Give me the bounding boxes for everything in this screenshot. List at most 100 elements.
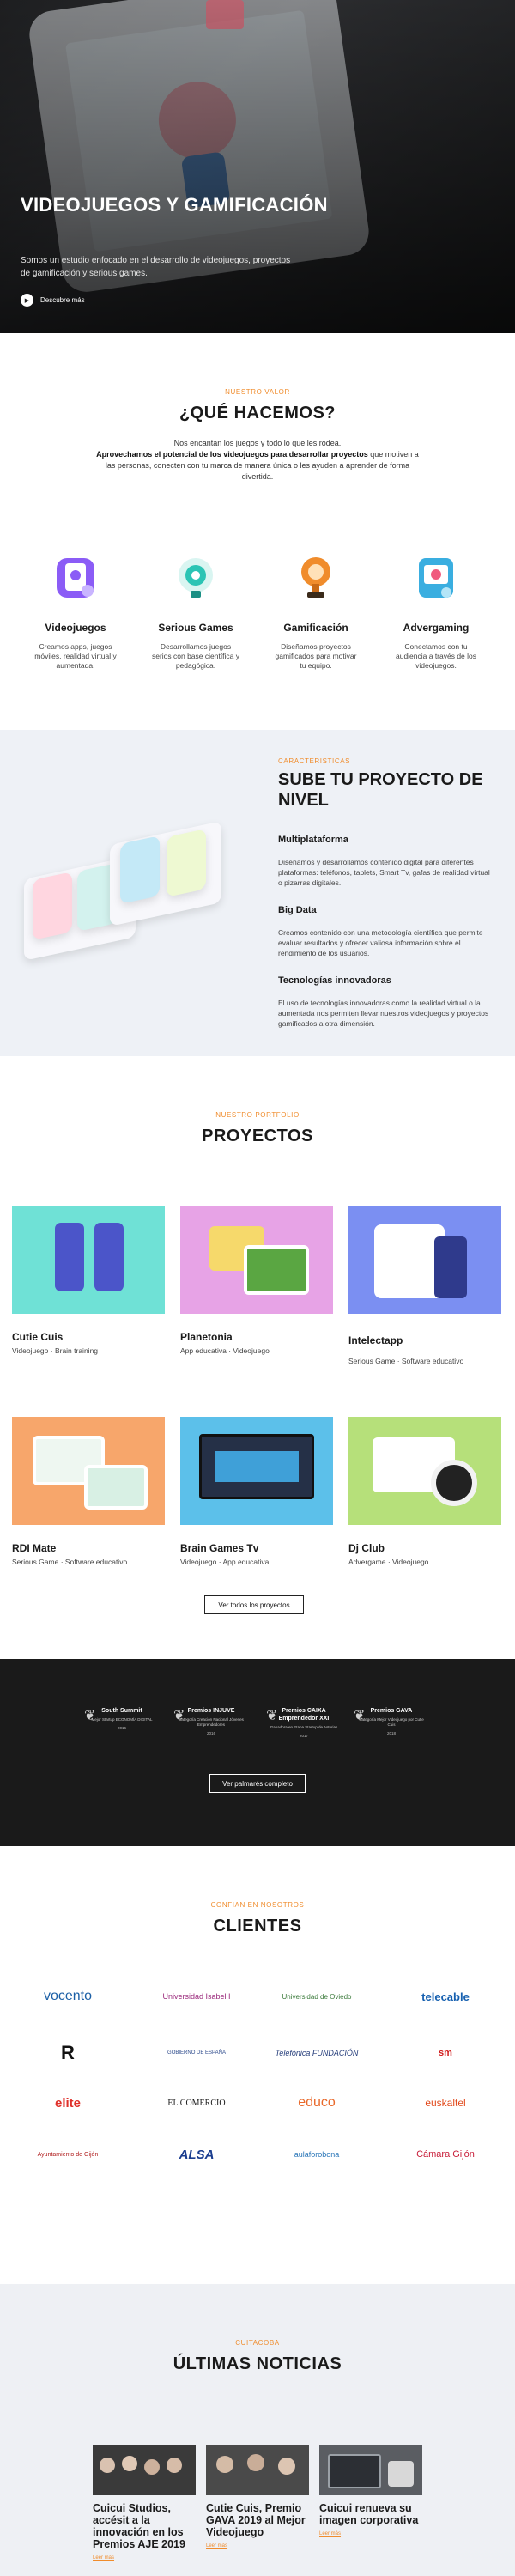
hero-subtitle: Somos un estudio enfocado en el desarrol… bbox=[21, 256, 291, 278]
service-name: Gamificación bbox=[283, 622, 348, 634]
client-logo-aulaforobona: aulaforobona bbox=[294, 2150, 340, 2159]
project-name: Dj Club bbox=[348, 1542, 385, 1554]
portfolio-section: NUESTRO PORTFOLIO PROYECTOS Cutie Cuis V… bbox=[0, 1056, 515, 1657]
trophy-icon bbox=[294, 553, 338, 603]
discover-more-link[interactable]: ▶ Descubre más bbox=[21, 294, 85, 307]
client-logo-euskaltel: euskaltel bbox=[425, 2097, 466, 2109]
news-card[interactable]: Cuicui renueva su imagen corporativa Lee… bbox=[319, 2445, 422, 2537]
features-title: SUBE TU PROYECTO DE NIVEL bbox=[278, 770, 483, 810]
service-serious-games: Serious Games Desarrollamos juegos serio… bbox=[144, 553, 247, 671]
news-title-text: Cuicui renueva su imagen corporativa bbox=[319, 2502, 419, 2526]
client-logo-camara: Cámara Gijón bbox=[416, 2149, 475, 2160]
clients-title: CLIENTES bbox=[213, 1917, 302, 1935]
clients-kicker: CONFIAN EN NOSOTROS bbox=[210, 1901, 305, 1909]
what-we-do-description: Nos encantan los juegos y todo lo que le… bbox=[96, 439, 419, 481]
client-logo-isabel: Universidad Isabel I bbox=[162, 1992, 231, 2001]
phones-illustration bbox=[24, 821, 239, 962]
news-image bbox=[93, 2445, 196, 2495]
client-logo-gobierno: GOBIERNO DE ESPAÑA bbox=[167, 2050, 226, 2056]
features-kicker: CARACTERISTICAS bbox=[278, 757, 351, 765]
project-card-intelectapp[interactable]: Intelectapp Serious Game · Software educ… bbox=[348, 1206, 501, 1365]
client-logo-sm: sm bbox=[439, 2048, 452, 2058]
awards-section: ❦ South Summit Mejor Startup ECONOMÍA DI… bbox=[0, 1659, 515, 1846]
project-name: Planetonia bbox=[180, 1331, 233, 1343]
service-text: Creamos apps, juegos móviles, realidad v… bbox=[34, 642, 117, 670]
service-name: Serious Games bbox=[158, 622, 233, 634]
what-we-do-section: NUESTRO VALOR ¿QUÉ HACEMOS? Nos encantan… bbox=[0, 333, 515, 730]
hero-banner: VIDEOJUEGOS Y GAMIFICACIÓN Somos un estu… bbox=[0, 0, 515, 333]
project-image bbox=[12, 1206, 165, 1314]
project-tags: App educativa · Videojuego bbox=[180, 1346, 270, 1355]
project-card-dj-club[interactable]: Dj Club Advergame · Videojuego bbox=[348, 1417, 501, 1566]
news-title-text: Cutie Cuis, Premio GAVA 2019 al Mejor Vi… bbox=[206, 2502, 306, 2538]
project-image bbox=[348, 1206, 501, 1314]
project-image bbox=[348, 1417, 501, 1525]
read-more-link[interactable]: Leer más bbox=[93, 2555, 196, 2561]
view-all-projects-button[interactable]: Ver todos los proyectos bbox=[204, 1595, 304, 1614]
features-section: CARACTERISTICAS SUBE TU PROYECTO DE NIVE… bbox=[0, 730, 515, 1056]
award-item: ❦ Premios CAIXA Emprendedor XXI Ganadora… bbox=[266, 1708, 338, 1738]
play-icon: ▶ bbox=[21, 294, 33, 307]
service-text: Desarrollamos juegos serios con base cie… bbox=[151, 642, 240, 670]
brain-gear-icon bbox=[173, 553, 218, 603]
what-we-do-title: ¿QUÉ HACEMOS? bbox=[179, 404, 336, 422]
client-logo-vocento: vocento bbox=[43, 1989, 93, 2003]
news-title: ÚLTIMAS NOTICIAS bbox=[173, 2354, 342, 2373]
view-awards-button[interactable]: Ver palmarés completo bbox=[209, 1774, 306, 1793]
read-more-link[interactable]: Leer más bbox=[319, 2531, 422, 2537]
feature-text: Diseñamos y desarrollamos contenido digi… bbox=[278, 858, 490, 887]
tablet-game-icon bbox=[414, 553, 458, 603]
clients-section: CONFIAN EN NOSOTROS CLIENTES vocento Uni… bbox=[0, 1846, 515, 2284]
service-text: Diseñamos proyectos gamificados para mot… bbox=[275, 642, 357, 670]
feature-text: El uso de tecnologías innovadoras como l… bbox=[278, 999, 489, 1028]
feature-heading: Tecnologías innovadoras bbox=[278, 975, 391, 986]
service-videojuegos: Videojuegos Creamos apps, juegos móviles… bbox=[24, 553, 127, 671]
portfolio-kicker: NUESTRO PORTFOLIO bbox=[215, 1111, 300, 1119]
gamepad-icon bbox=[53, 553, 98, 603]
project-image bbox=[12, 1417, 165, 1525]
client-logo-elite: elite bbox=[54, 2095, 81, 2111]
project-card-planetonia[interactable]: Planetonia App educativa · Videojuego bbox=[180, 1206, 333, 1355]
service-advergaming: Advergaming Conectamos con tu audiencia … bbox=[385, 553, 488, 671]
laurel-icon: ❦ bbox=[266, 1709, 278, 1723]
project-name: Brain Games Tv bbox=[180, 1542, 259, 1554]
news-image bbox=[206, 2445, 309, 2495]
award-item: ❦ South Summit Mejor Startup ECONOMÍA DI… bbox=[84, 1708, 153, 1730]
discover-more-label: Descubre más bbox=[40, 296, 85, 304]
client-logo-educo: educo bbox=[298, 2095, 336, 2110]
service-gamificacion: Gamificación Diseñamos proyectos gamific… bbox=[264, 553, 367, 671]
client-logo-r: R bbox=[61, 2042, 75, 2063]
news-section: CUITACOBA ÚLTIMAS NOTICIAS Cuicui Studio… bbox=[0, 2284, 515, 2576]
project-name: Intelectapp bbox=[348, 1334, 403, 1346]
project-tags: Serious Game · Software educativo bbox=[12, 1558, 128, 1566]
portfolio-title: PROYECTOS bbox=[202, 1127, 313, 1145]
client-logo-alsa: ALSA bbox=[179, 2147, 215, 2162]
client-logo-gijon: Ayuntamiento de Gijón bbox=[37, 2151, 99, 2158]
feature-heading: Multiplataforma bbox=[278, 835, 348, 845]
project-card-rdi-mate[interactable]: RDI Mate Serious Game · Software educati… bbox=[12, 1417, 165, 1566]
news-image bbox=[319, 2445, 422, 2495]
read-more-link[interactable]: Leer más bbox=[206, 2543, 309, 2549]
award-item: ❦ Premios INJUVE Categoría Creación Naci… bbox=[173, 1708, 244, 1735]
news-card[interactable]: Cutie Cuis, Premio GAVA 2019 al Mejor Vi… bbox=[206, 2445, 309, 2549]
service-name: Videojuegos bbox=[45, 622, 106, 634]
project-tags: Serious Game · Software educativo bbox=[348, 1357, 464, 1365]
client-logo-telecable: telecable bbox=[421, 1990, 470, 2003]
client-logo-telefonica: Telefónica FUNDACIÓN bbox=[275, 2049, 359, 2057]
project-name: RDI Mate bbox=[12, 1542, 57, 1554]
project-image bbox=[180, 1417, 333, 1525]
feature-text: Creamos contenido con una metodología ci… bbox=[278, 928, 483, 957]
project-tags: Advergame · Videojuego bbox=[348, 1558, 429, 1566]
news-title-text: Cuicui Studios, accésit a la innovación … bbox=[93, 2502, 185, 2550]
project-card-cutie-cuis[interactable]: Cutie Cuis Videojuego · Brain training bbox=[12, 1206, 165, 1355]
feature-heading: Big Data bbox=[278, 905, 317, 915]
project-image bbox=[180, 1206, 333, 1314]
services-list: Videojuegos Creamos apps, juegos móviles… bbox=[0, 553, 515, 699]
client-logo-el-comercio: EL COMERCIO bbox=[167, 2098, 226, 2108]
laurel-icon: ❦ bbox=[84, 1709, 96, 1723]
news-card[interactable]: Cuicui Studios, accésit a la innovación … bbox=[93, 2445, 196, 2561]
service-name: Advergaming bbox=[403, 622, 470, 634]
client-logo-oviedo: Universidad de Oviedo bbox=[282, 1992, 352, 2001]
hero-title: VIDEOJUEGOS Y GAMIFICACIÓN bbox=[21, 194, 328, 216]
project-card-brain-games-tv[interactable]: Brain Games Tv Videojuego · App educativ… bbox=[180, 1417, 333, 1566]
